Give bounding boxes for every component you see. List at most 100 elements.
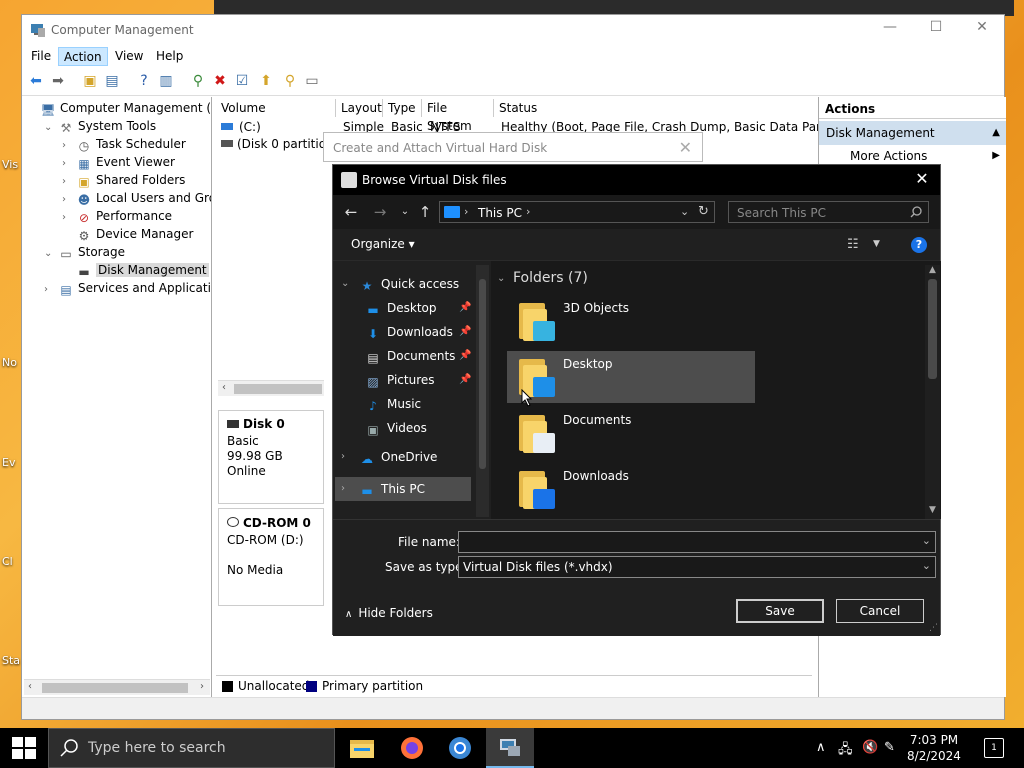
scroll-left-icon[interactable]: ‹ xyxy=(222,382,226,393)
clock[interactable]: 7:03 PM 8/2/2024 xyxy=(898,732,970,764)
breadcrumb-separator-icon[interactable]: › xyxy=(526,205,530,218)
dialog-title-bar[interactable]: Browse Virtual Disk files ✕ xyxy=(333,165,940,195)
create-attach-vhd-dialog[interactable]: Create and Attach Virtual Hard Disk ✕ xyxy=(323,132,703,162)
actions-disk-management[interactable]: Disk Management ▲ xyxy=(819,121,1006,145)
cancel-button[interactable]: Cancel xyxy=(836,599,924,623)
tree-item[interactable]: ›▤ Services and Applications xyxy=(44,279,211,299)
more-actions[interactable]: More Actions ▶ xyxy=(850,147,1000,165)
chevron-down-icon[interactable]: ⌄ xyxy=(922,559,931,572)
properties-icon[interactable]: ▥ xyxy=(156,72,176,90)
nav-item[interactable]: ▤ Documents 📌 xyxy=(335,344,475,368)
chrome-taskbar-button[interactable] xyxy=(436,728,484,768)
expand-icon[interactable]: › xyxy=(44,281,58,299)
tree-item[interactable]: 🖥 Computer Management (Local xyxy=(26,99,211,117)
save-button[interactable]: Save xyxy=(736,599,824,623)
firefox-taskbar-button[interactable] xyxy=(388,728,436,768)
address-bar[interactable]: › This PC › ⌄ ↻ xyxy=(439,201,715,223)
scroll-up-icon[interactable]: ▲ xyxy=(929,265,936,275)
back-arrow-icon[interactable]: ⬅ xyxy=(26,72,46,90)
folder-item[interactable]: Downloads xyxy=(507,463,755,515)
menu-help[interactable]: Help xyxy=(151,47,188,66)
search-folder-icon[interactable]: ⚲ xyxy=(280,72,300,90)
forward-arrow-icon[interactable]: ➡ xyxy=(48,72,68,90)
tree-item[interactable]: ⌄ ⚒ System Tools xyxy=(44,117,156,135)
menu-action[interactable]: Action xyxy=(58,47,108,66)
hide-folders-button[interactable]: ∧ Hide Folders xyxy=(345,606,433,620)
folder-item[interactable]: Desktop xyxy=(507,351,755,403)
tree-item[interactable]: ⚙ Device Manager xyxy=(62,225,194,243)
chevron-down-icon[interactable]: ⌄ xyxy=(922,534,931,547)
address-dropdown-icon[interactable]: ⌄ xyxy=(680,205,689,218)
menu-file[interactable]: File xyxy=(26,47,56,66)
scrollbar-thumb[interactable] xyxy=(234,384,322,394)
tree-horizontal-scrollbar[interactable]: ‹ › xyxy=(24,679,210,695)
desktop-icon-label[interactable]: Ev xyxy=(2,456,15,469)
desktop-icon-label[interactable]: No xyxy=(2,356,17,369)
delete-icon[interactable]: ✖ xyxy=(210,72,230,90)
save-as-type-select[interactable]: Virtual Disk files (*.vhdx) ⌄ xyxy=(458,556,936,578)
close-button[interactable]: ✕ xyxy=(679,138,692,157)
up-arrow-icon[interactable]: ↑ xyxy=(416,203,434,221)
nav-item[interactable]: ▬ Desktop 📌 xyxy=(335,296,475,320)
recent-locations-chevron-icon[interactable]: ⌄ xyxy=(396,206,414,217)
view-dropdown-icon[interactable]: ▼ xyxy=(873,239,880,249)
desktop-icon-label[interactable]: Sta xyxy=(2,654,20,667)
start-button[interactable] xyxy=(0,728,48,768)
nav-item[interactable]: ▣ Videos xyxy=(335,416,475,440)
help-icon[interactable]: ? xyxy=(134,72,154,90)
nav-item[interactable]: ▨ Pictures 📌 xyxy=(335,368,475,392)
folder-up-icon[interactable]: ▣ xyxy=(80,72,100,90)
desktop-icon-label[interactable]: Cl xyxy=(2,555,13,568)
tree-item[interactable]: › ⊘ Performance xyxy=(62,207,172,225)
nav-expand-icon[interactable]: › xyxy=(341,477,345,501)
check-icon[interactable]: ☑ xyxy=(232,72,252,90)
ime-icon[interactable]: ✎ xyxy=(884,740,895,755)
forward-arrow-icon[interactable]: → xyxy=(371,203,389,221)
refresh-icon[interactable]: ↻ xyxy=(698,204,709,219)
desktop-icon-label[interactable]: Vis xyxy=(2,158,18,171)
file-name-input[interactable]: ⌄ xyxy=(458,531,936,553)
column-file-system[interactable]: File System xyxy=(422,99,494,133)
tree-item[interactable]: › ◷ Task Scheduler xyxy=(62,135,186,153)
file-explorer-taskbar-button[interactable] xyxy=(338,728,386,768)
folder-icon[interactable]: ⬆ xyxy=(256,72,276,90)
disk-0-panel[interactable]: Disk 0 Basic 99.98 GB Online xyxy=(218,410,324,504)
tree-item[interactable]: ⌄ ▭ Storage xyxy=(44,243,125,261)
collapse-icon[interactable]: ▲ xyxy=(992,121,1000,145)
nav-item[interactable]: ⌄ ★ Quick access xyxy=(335,272,475,296)
scrollbar-thumb[interactable] xyxy=(42,683,188,693)
nav-item[interactable]: ♪ Music xyxy=(335,392,475,416)
folder-item[interactable]: Documents xyxy=(507,407,755,459)
cdrom-0-panel[interactable]: CD-ROM 0 CD-ROM (D:) No Media xyxy=(218,508,324,606)
help-button[interactable]: ? xyxy=(911,237,927,253)
volume-muted-icon[interactable]: 🔇 xyxy=(862,740,878,755)
tree-item[interactable]: › ▦ Event Viewer xyxy=(62,153,175,171)
navigation-pane-scrollbar[interactable] xyxy=(476,265,489,517)
tree-item[interactable]: ›☻Local Users and Groups xyxy=(62,189,211,207)
scrollbar-thumb[interactable] xyxy=(479,279,486,469)
notification-center-button[interactable]: 1 xyxy=(984,738,1004,758)
tree-item[interactable]: ▬ Disk Management xyxy=(62,261,209,279)
column-type[interactable]: Type xyxy=(383,99,422,117)
nav-expand-icon[interactable]: › xyxy=(341,445,345,469)
organize-button[interactable]: Organize ▾ xyxy=(351,237,415,251)
computer-management-taskbar-button[interactable] xyxy=(486,728,534,768)
column-volume[interactable]: Volume xyxy=(216,99,336,117)
folder-item[interactable]: 3D Objects xyxy=(507,295,755,347)
close-button[interactable]: ✕ xyxy=(912,169,932,188)
group-collapse-icon[interactable]: ⌄ xyxy=(497,273,505,284)
folder-view-scrollbar[interactable]: ▲ ▼ xyxy=(925,265,940,519)
close-button[interactable]: ✕ xyxy=(959,19,1005,41)
connect-icon[interactable]: ⚲ xyxy=(188,72,208,90)
column-layout[interactable]: Layout xyxy=(336,99,383,117)
nav-item[interactable]: › ☁ OneDrive xyxy=(335,445,475,469)
scroll-down-icon[interactable]: ▼ xyxy=(929,505,936,515)
scroll-left-icon[interactable]: ‹ xyxy=(28,681,32,692)
volume-horizontal-scrollbar[interactable]: ‹ xyxy=(218,380,324,396)
back-arrow-icon[interactable]: ← xyxy=(342,203,360,221)
scrollbar-thumb[interactable] xyxy=(928,279,937,379)
expand-icon[interactable]: ⌄ xyxy=(44,119,58,137)
resize-grip-icon[interactable]: ⋰ xyxy=(929,623,938,633)
expand-icon[interactable]: ⌄ xyxy=(44,245,58,263)
volume-row[interactable]: (Disk 0 partition xyxy=(221,135,334,153)
